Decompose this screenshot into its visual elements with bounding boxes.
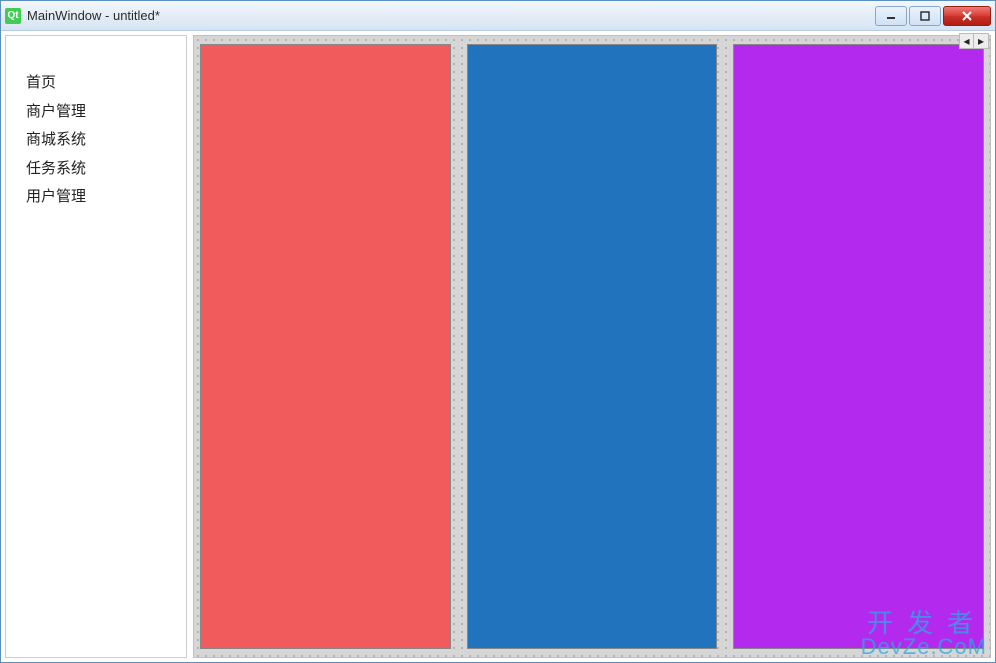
window-title: MainWindow - untitled* [27,8,875,23]
qt-app-icon: Qt [5,8,21,24]
close-button[interactable] [943,6,991,26]
client-area: 首页 商户管理 商城系统 任务系统 用户管理 [1,31,995,662]
sidebar-item-task[interactable]: 任务系统 [26,158,186,181]
sidebar-item-mall[interactable]: 商城系统 [26,129,186,152]
sidebar-item-merchant[interactable]: 商户管理 [26,101,186,124]
scroll-right-icon[interactable]: ▸ [974,34,988,48]
titlebar[interactable]: Qt MainWindow - untitled* [1,1,995,31]
sidebar: 首页 商户管理 商城系统 任务系统 用户管理 [5,35,187,658]
scroll-left-icon[interactable]: ◂ [960,34,974,48]
panel-purple[interactable] [733,44,984,649]
panel-blue[interactable] [467,44,718,649]
maximize-button[interactable] [909,6,941,26]
designer-canvas[interactable] [193,35,991,658]
sidebar-item-user[interactable]: 用户管理 [26,186,186,209]
window-controls [875,6,991,26]
main-window: Qt MainWindow - untitled* ◂ ▸ 首页 商户管理 商城… [0,0,996,663]
sidebar-item-home[interactable]: 首页 [26,72,186,95]
panel-red[interactable] [200,44,451,649]
minimize-button[interactable] [875,6,907,26]
tab-scroll-arrows: ◂ ▸ [959,33,989,49]
